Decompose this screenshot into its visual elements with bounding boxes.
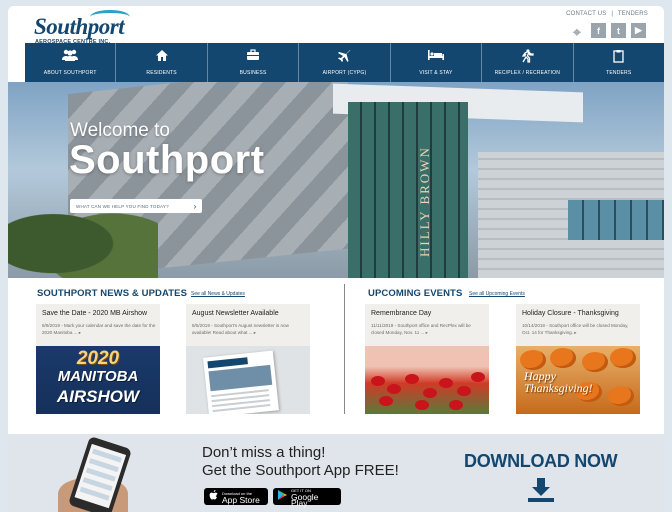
section-divider [344, 284, 345, 414]
airplane-icon [337, 49, 351, 67]
nav-item-residents[interactable]: RESIDENTS [116, 43, 208, 82]
poppy [439, 378, 453, 388]
nav-label: BUSINESS [239, 70, 267, 76]
nav-label: AIRPORT (CYPG) [322, 70, 367, 76]
app-store-text: Download on the App Store [222, 491, 260, 505]
nav-item-tenders[interactable]: TENDERS [574, 43, 664, 82]
nav-label: TENDERS [606, 70, 632, 76]
nav-item-airport[interactable]: AIRPORT (CYPG) [299, 43, 391, 82]
contact-us-link[interactable]: CONTACT US [566, 11, 606, 17]
top-links: CONTACT US | TENDERS [566, 11, 648, 17]
poppy [379, 396, 393, 406]
google-play-button[interactable]: GET IT ON Google Play [273, 488, 341, 508]
app-subheadline: Get the Southport App FREE! [202, 462, 399, 479]
event-card-remembrance[interactable]: Remembrance Day 11/11/2019 - Southport o… [365, 304, 489, 414]
news-see-all-link[interactable]: See all News & Updates [191, 291, 245, 297]
social-icons: ⌖ f t ▶ [568, 23, 646, 41]
newsletter-document [203, 350, 279, 414]
poppy [371, 376, 385, 386]
poppy [387, 384, 401, 394]
poppy [405, 374, 419, 384]
pumpkin [610, 348, 636, 368]
main-nav: ABOUT SOUTHPORT RESIDENTS BUSINESS AIRPO… [25, 43, 664, 82]
bed-icon [427, 49, 445, 67]
events-see-all-link[interactable]: See all Upcoming Events [469, 291, 525, 297]
app-store-button[interactable]: Download on the App Store [204, 488, 268, 505]
tenders-link[interactable]: TENDERS [618, 11, 648, 17]
nav-item-business[interactable]: BUSINESS [208, 43, 300, 82]
hero-banner: HILLY BROWN Welcome to Southport WHAT CA… [8, 82, 664, 278]
pumpkin [582, 352, 608, 372]
chevron-right-icon[interactable]: › [188, 199, 202, 213]
poppy [415, 400, 429, 410]
top-links-separator: | [611, 11, 614, 17]
hero-search-input[interactable]: WHAT CAN WE HELP YOU FIND TODAY? › [70, 199, 202, 213]
thanksgiving-word: Thanksgiving! [524, 381, 593, 395]
hero-building-sign: HILLY BROWN [417, 146, 432, 258]
page: Southport AEROSPACE CENTRE INC. CONTACT … [8, 6, 664, 512]
apple-icon [209, 489, 218, 504]
app-store-big: App Store [222, 494, 260, 505]
news-card-airshow[interactable]: Save the Date - 2020 MB Airshow 8/9/2019… [36, 304, 160, 414]
nav-label: ABOUT SOUTHPORT [43, 70, 97, 76]
event-card-desc: 11/11/2019 - Southport office and RecPle… [371, 323, 471, 335]
group-icon [61, 49, 79, 67]
event-card-title: Remembrance Day [371, 310, 432, 317]
nav-item-about[interactable]: ABOUT SOUTHPORT [25, 43, 117, 82]
app-headline: Don’t miss a thing! [202, 444, 326, 461]
pumpkin [608, 386, 634, 406]
nav-label: REC/PLEX / RECREATION [494, 70, 561, 76]
map-pin-icon[interactable]: ⌖ [568, 23, 586, 41]
twitter-icon[interactable]: t [611, 23, 626, 38]
pumpkin [520, 350, 546, 370]
newsletter-image [186, 346, 310, 414]
news-card-title: August Newsletter Available [192, 310, 279, 317]
airshow-manitoba: MANITOBA [57, 368, 139, 385]
home-icon [155, 49, 169, 67]
google-play-big: Google Play [291, 491, 319, 508]
news-heading: SOUTHPORT NEWS & UPDATES [37, 288, 188, 299]
running-icon [520, 49, 534, 67]
nav-item-recplex[interactable]: REC/PLEX / RECREATION [482, 43, 574, 82]
airshow-image: 2020 MANITOBA AIRSHOW [36, 346, 160, 414]
logo-name: Southport [34, 14, 125, 39]
news-card-desc: 8/9/2019 - Mark your calendar and save t… [42, 323, 156, 335]
news-card-desc: 8/5/2019 - Southport's August newsletter… [192, 323, 289, 335]
event-card-title: Holiday Closure - Thanksgiving [522, 310, 619, 317]
nav-label: RESIDENTS [146, 70, 177, 76]
poppy [423, 388, 437, 398]
hero-search-placeholder: WHAT CAN WE HELP YOU FIND TODAY? [76, 203, 169, 209]
nav-label: VISIT & STAY [419, 70, 453, 76]
google-play-text: GET IT ON Google Play [291, 488, 336, 508]
hero-building-glass [348, 102, 468, 278]
download-now-link[interactable]: DOWNLOAD NOW [464, 451, 618, 472]
newsletter-photo [208, 364, 273, 392]
airshow-year: 2020 [76, 348, 120, 369]
poppy [471, 372, 485, 382]
poppy [457, 386, 471, 396]
hero-building-windows [568, 200, 664, 240]
thanksgiving-greeting: Happy Thanksgiving! [524, 370, 593, 394]
app-banner: Don’t miss a thing! Get the Southport Ap… [8, 434, 664, 512]
poppies-image [365, 346, 489, 414]
download-icon[interactable] [528, 478, 554, 502]
clipboard-icon [613, 49, 624, 67]
news-card-newsletter[interactable]: August Newsletter Available 8/5/2019 - S… [186, 304, 310, 414]
news-card-title: Save the Date - 2020 MB Airshow [42, 310, 148, 317]
poppy [449, 400, 463, 410]
newsletter-header-bar [207, 357, 248, 369]
nav-item-visit-stay[interactable]: VISIT & STAY [391, 43, 483, 82]
google-play-icon [278, 490, 287, 503]
event-card-desc: 10/14/2019 - Southport office will be cl… [522, 323, 629, 335]
event-card-thanksgiving[interactable]: Holiday Closure - Thanksgiving 10/14/201… [516, 304, 640, 414]
briefcase-icon [246, 49, 260, 67]
pumpkin [550, 348, 576, 368]
hero-title: Southport [69, 138, 265, 182]
facebook-icon[interactable]: f [591, 23, 606, 38]
youtube-icon[interactable]: ▶ [631, 23, 646, 38]
pumpkins-image: Happy Thanksgiving! [516, 346, 640, 414]
airshow-word: AIRSHOW [56, 387, 140, 406]
events-heading: UPCOMING EVENTS [368, 288, 463, 299]
